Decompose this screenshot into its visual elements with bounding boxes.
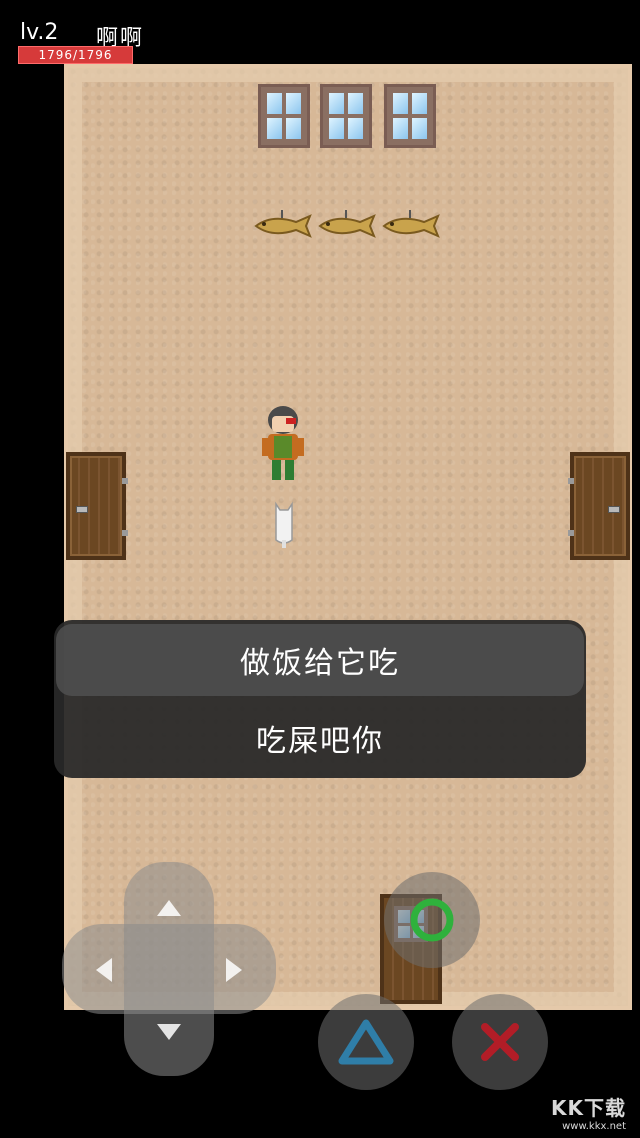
watermark-url: www.kkx.net bbox=[562, 1121, 626, 1132]
triangle-button[interactable] bbox=[318, 994, 414, 1090]
dpad-up-icon[interactable] bbox=[157, 900, 181, 916]
hp-bar: 1796/1796 bbox=[18, 46, 133, 64]
hp-value: 1796/1796 bbox=[38, 48, 113, 62]
door-left[interactable] bbox=[66, 452, 128, 560]
triangle-icon bbox=[338, 1019, 394, 1065]
cross-button[interactable] bbox=[452, 994, 548, 1090]
window-2 bbox=[320, 84, 372, 148]
player-character bbox=[262, 406, 304, 480]
cross-icon bbox=[481, 1023, 519, 1061]
dpad-left-icon[interactable] bbox=[96, 958, 112, 982]
choice-cook-for-it[interactable]: 做饭给它吃 bbox=[56, 624, 584, 696]
circle-button[interactable] bbox=[384, 872, 480, 968]
dpad-right-icon[interactable] bbox=[226, 958, 242, 982]
watermark: KK下载 www.kkx.net bbox=[551, 1092, 626, 1132]
watermark-brand: KK下载 bbox=[551, 1096, 626, 1120]
dpad[interactable] bbox=[62, 862, 276, 1076]
circle-icon bbox=[410, 898, 454, 942]
level-label: lv.2 bbox=[20, 20, 59, 45]
window-1 bbox=[258, 84, 310, 148]
white-dog bbox=[275, 501, 293, 548]
choice-insult[interactable]: 吃屎吧你 bbox=[54, 700, 586, 776]
choice-menu: 做饭给它吃 吃屎吧你 bbox=[54, 620, 586, 778]
hanging-fish-2 bbox=[318, 210, 376, 238]
hanging-fish-1 bbox=[254, 210, 312, 238]
hanging-fish-3 bbox=[382, 210, 440, 238]
dpad-down-icon[interactable] bbox=[157, 1024, 181, 1040]
window-3 bbox=[384, 84, 436, 148]
door-right[interactable] bbox=[568, 452, 630, 560]
